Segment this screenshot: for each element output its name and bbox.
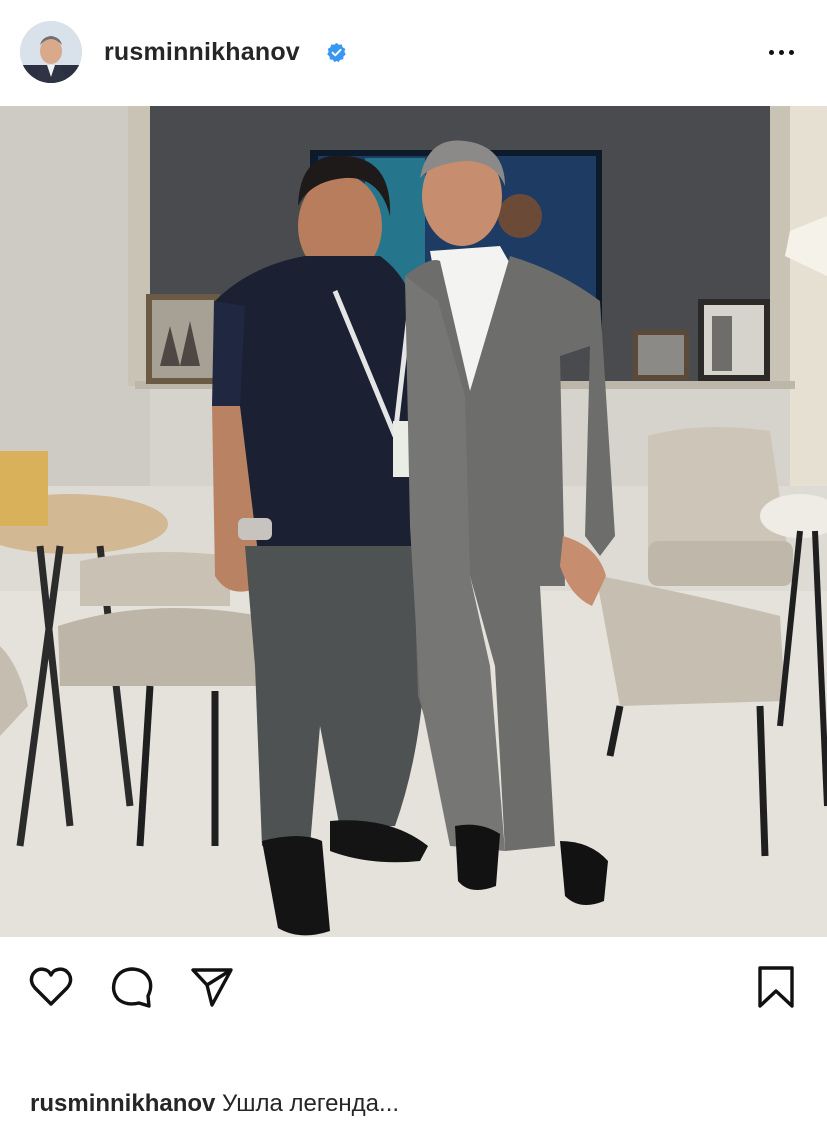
caption-text: Ушла легенда... — [222, 1090, 400, 1117]
comment-icon[interactable] — [108, 963, 156, 1011]
post-image[interactable] — [0, 106, 827, 937]
caption-username[interactable]: rusminnikhanov — [30, 1090, 215, 1117]
verified-badge-icon — [327, 42, 346, 63]
post-header: rusminnikhanov — [0, 0, 827, 106]
send-icon[interactable] — [188, 963, 236, 1011]
heart-icon[interactable] — [27, 963, 75, 1011]
caption: rusminnikhanov Ушла легенда... — [30, 1090, 399, 1118]
more-horizontal-icon[interactable] — [764, 40, 800, 64]
username[interactable]: rusminnikhanov — [104, 38, 300, 67]
bookmark-icon[interactable] — [752, 963, 800, 1011]
action-bar — [0, 937, 827, 1027]
avatar[interactable] — [20, 21, 82, 83]
